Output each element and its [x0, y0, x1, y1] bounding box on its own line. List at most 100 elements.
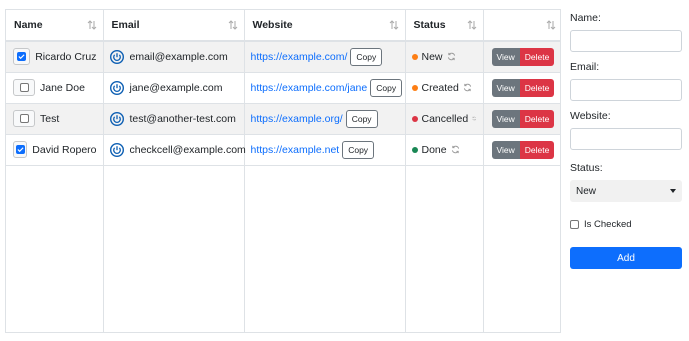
header-name-label: Name — [14, 19, 43, 31]
name-label: Name: — [570, 12, 601, 24]
check-icon[interactable] — [17, 52, 27, 62]
sort-icon[interactable] — [389, 20, 399, 30]
view-button[interactable]: View — [491, 109, 520, 128]
cell-website: https://example.com/ Copy — [244, 41, 406, 73]
status-dot — [411, 115, 418, 122]
refresh-icon[interactable] — [472, 114, 477, 123]
cell-website: https://example.net Copy — [244, 134, 406, 166]
email-label: Email: — [570, 61, 600, 73]
delete-button[interactable]: Delete — [519, 140, 555, 159]
cell-email: checkcell@example.com — [103, 134, 246, 166]
view-button[interactable]: View — [491, 140, 520, 159]
row-checkbox[interactable] — [13, 79, 35, 96]
row-checkbox[interactable] — [13, 110, 35, 127]
cell-website: https://example.org/ Copy — [244, 103, 406, 135]
name-field[interactable] — [570, 30, 682, 52]
refresh-icon[interactable] — [447, 52, 456, 61]
check-icon[interactable] — [19, 114, 29, 123]
status-text: New — [421, 50, 443, 63]
view-button[interactable]: View — [491, 47, 520, 66]
sort-icon[interactable] — [546, 20, 556, 30]
status-select[interactable]: New — [570, 180, 682, 202]
filler-cell — [483, 165, 560, 332]
copy-button[interactable]: Copy — [342, 140, 375, 159]
email-text: checkcell@example.com — [129, 143, 246, 156]
header-website-label: Website — [252, 19, 293, 31]
header-email[interactable]: Email — [103, 10, 245, 42]
status-text: Cancelled — [421, 112, 469, 125]
power-icon — [109, 80, 124, 95]
status-dot — [411, 53, 418, 60]
header-name[interactable]: Name — [6, 10, 104, 42]
power-icon — [109, 49, 124, 64]
cell-email: jane@example.com — [103, 72, 245, 104]
header-status-label: Status — [413, 19, 446, 31]
cell-email: test@another-test.com — [103, 103, 245, 135]
table-filler-row — [6, 165, 560, 332]
check-icon[interactable] — [19, 83, 29, 92]
copy-button[interactable]: Copy — [345, 109, 378, 128]
copy-button[interactable]: Copy — [350, 47, 383, 66]
email-field[interactable] — [570, 79, 682, 101]
data-table-container: Name Email Website Status Ricardo Cruz e… — [5, 9, 561, 333]
table-row: David Ropero checkcell@example.com https… — [6, 134, 560, 166]
cell-status: Cancelled — [405, 103, 484, 135]
email-group: Email: — [570, 61, 682, 101]
copy-button[interactable]: Copy — [370, 78, 403, 97]
check-icon[interactable] — [15, 145, 25, 154]
is-checked-checkbox[interactable] — [570, 220, 579, 229]
power-icon — [109, 142, 124, 157]
cell-actions: View Delete — [483, 103, 560, 135]
sort-icon[interactable] — [228, 20, 238, 30]
table-row: Jane Doe jane@example.com https://exampl… — [6, 72, 560, 104]
delete-button[interactable]: Delete — [519, 109, 555, 128]
website-field[interactable] — [570, 128, 682, 150]
header-status[interactable]: Status — [405, 10, 484, 42]
cell-actions: View Delete — [483, 72, 560, 104]
website-group: Website: — [570, 110, 682, 150]
filler-cell — [244, 165, 406, 332]
row-checkbox[interactable] — [13, 48, 31, 66]
delete-button[interactable]: Delete — [519, 78, 555, 97]
power-icon — [109, 111, 124, 126]
cell-status: Done — [405, 134, 484, 166]
cell-status: New — [405, 41, 484, 73]
cell-name: Jane Doe — [6, 72, 104, 104]
cell-actions: View Delete — [483, 41, 560, 73]
row-checkbox[interactable] — [13, 141, 28, 158]
name-text: Ricardo Cruz — [35, 50, 97, 63]
cell-actions: View Delete — [483, 134, 560, 166]
sort-icon[interactable] — [87, 20, 97, 30]
refresh-icon[interactable] — [463, 83, 472, 92]
is-checked-row: Is Checked — [570, 219, 682, 230]
filler-cell — [405, 165, 484, 332]
header-website[interactable]: Website — [244, 10, 406, 42]
name-text: David Ropero — [32, 143, 97, 156]
cell-name: Ricardo Cruz — [6, 41, 104, 73]
status-dot — [411, 146, 418, 153]
cell-website: https://example.com/jane Copy — [244, 72, 406, 104]
status-select-value: New — [576, 185, 597, 197]
data-table: Name Email Website Status Ricardo Cruz e… — [6, 10, 560, 332]
header-email-label: Email — [111, 19, 140, 31]
status-dot — [411, 84, 418, 91]
name-text: Test — [40, 112, 60, 125]
filler-cell — [103, 165, 245, 332]
cell-name: David Ropero — [6, 134, 104, 166]
cell-status: Created — [405, 72, 484, 104]
view-button[interactable]: View — [491, 78, 520, 97]
name-text: Jane Doe — [40, 81, 85, 94]
website-link[interactable]: https://example.org/ — [251, 113, 343, 125]
website-link[interactable]: https://example.com/jane — [251, 82, 368, 94]
sort-icon[interactable] — [467, 20, 477, 30]
table-row: Ricardo Cruz email@example.com https://e… — [6, 41, 560, 73]
add-button[interactable]: Add — [570, 247, 682, 269]
website-link[interactable]: https://example.com/ — [251, 51, 348, 63]
name-group: Name: — [570, 12, 682, 52]
email-text: test@another-test.com — [129, 112, 236, 125]
table-header-row: Name Email Website Status — [6, 10, 560, 42]
website-link[interactable]: https://example.net — [251, 144, 340, 156]
refresh-icon[interactable] — [451, 145, 460, 154]
delete-button[interactable]: Delete — [519, 47, 555, 66]
header-actions[interactable] — [483, 10, 560, 42]
